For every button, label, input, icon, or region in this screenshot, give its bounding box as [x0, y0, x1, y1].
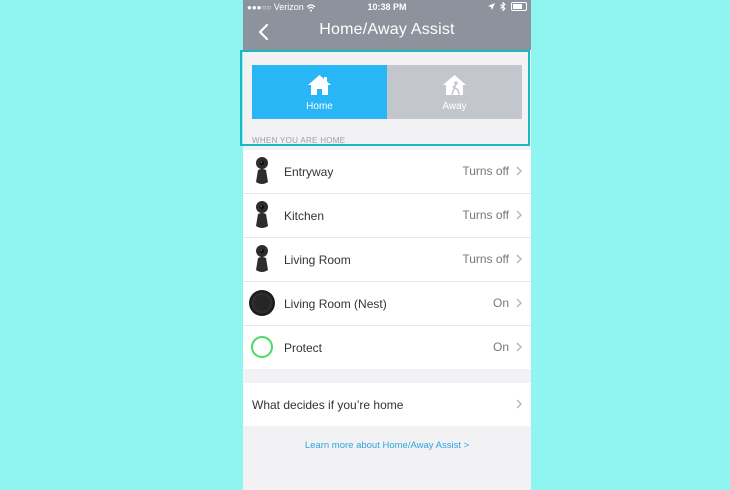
camera-icon: [256, 201, 268, 228]
nav-header: ●●●○○ Verizon 10:38 PM Home/Away Assist: [243, 0, 531, 50]
device-name: Protect: [284, 341, 323, 355]
status-right: [487, 1, 527, 12]
bluetooth-icon: [500, 1, 507, 12]
thermostat-icon: [249, 290, 275, 316]
home-mode-button[interactable]: Home: [252, 65, 387, 119]
device-status: On: [492, 340, 509, 354]
device-row-living-room[interactable]: Living Room Turns off: [243, 238, 531, 282]
back-button[interactable]: [253, 18, 273, 44]
chevron-right-icon: [516, 210, 522, 220]
device-status: Turns off: [462, 252, 509, 266]
chevron-right-icon: [516, 166, 522, 176]
device-status: On: [492, 296, 509, 310]
away-mode-button[interactable]: Away: [387, 65, 522, 119]
device-status: Turns off: [462, 164, 509, 178]
away-house-walking-icon: [443, 75, 466, 95]
device-name: Entryway: [284, 165, 334, 179]
device-row-protect[interactable]: Protect On: [243, 326, 531, 369]
section-label-when-home: WHEN YOU ARE HOME: [252, 136, 346, 145]
device-list: Entryway Turns off Kitchen Turns off Liv…: [243, 150, 531, 369]
home-mode-label: Home: [306, 101, 333, 112]
page-title: Home/Away Assist: [319, 21, 455, 38]
chevron-right-icon: [516, 399, 522, 409]
away-mode-label: Away: [442, 101, 467, 112]
smoke-alarm-icon: [251, 336, 273, 358]
device-name: Living Room (Nest): [284, 297, 387, 311]
location-arrow-icon: [487, 3, 495, 11]
status-bar: ●●●○○ Verizon 10:38 PM: [243, 0, 531, 14]
chevron-left-icon: [258, 23, 269, 41]
device-name: Living Room: [284, 253, 351, 267]
battery-icon: [511, 2, 527, 12]
chevron-right-icon: [516, 254, 522, 264]
mode-toggle-area: Home Away WHEN YOU ARE HOME: [243, 50, 531, 146]
device-row-entryway[interactable]: Entryway Turns off: [243, 150, 531, 194]
what-decides-label: What decides if you’re home: [252, 398, 404, 412]
device-row-kitchen[interactable]: Kitchen Turns off: [243, 194, 531, 238]
device-status: Turns off: [462, 208, 509, 222]
learn-more-link[interactable]: Learn more about Home/Away Assist >: [243, 440, 531, 451]
camera-icon: [256, 157, 268, 184]
what-decides-home-row[interactable]: What decides if you’re home: [243, 383, 531, 426]
device-row-living-room-nest[interactable]: Living Room (Nest) On: [243, 282, 531, 326]
camera-icon: [256, 245, 268, 272]
chevron-right-icon: [516, 298, 522, 308]
chevron-right-icon: [516, 342, 522, 352]
device-name: Kitchen: [284, 209, 325, 223]
home-icon: [308, 75, 331, 95]
phone-screen: ●●●○○ Verizon 10:38 PM Home/Away Assist …: [243, 0, 531, 490]
